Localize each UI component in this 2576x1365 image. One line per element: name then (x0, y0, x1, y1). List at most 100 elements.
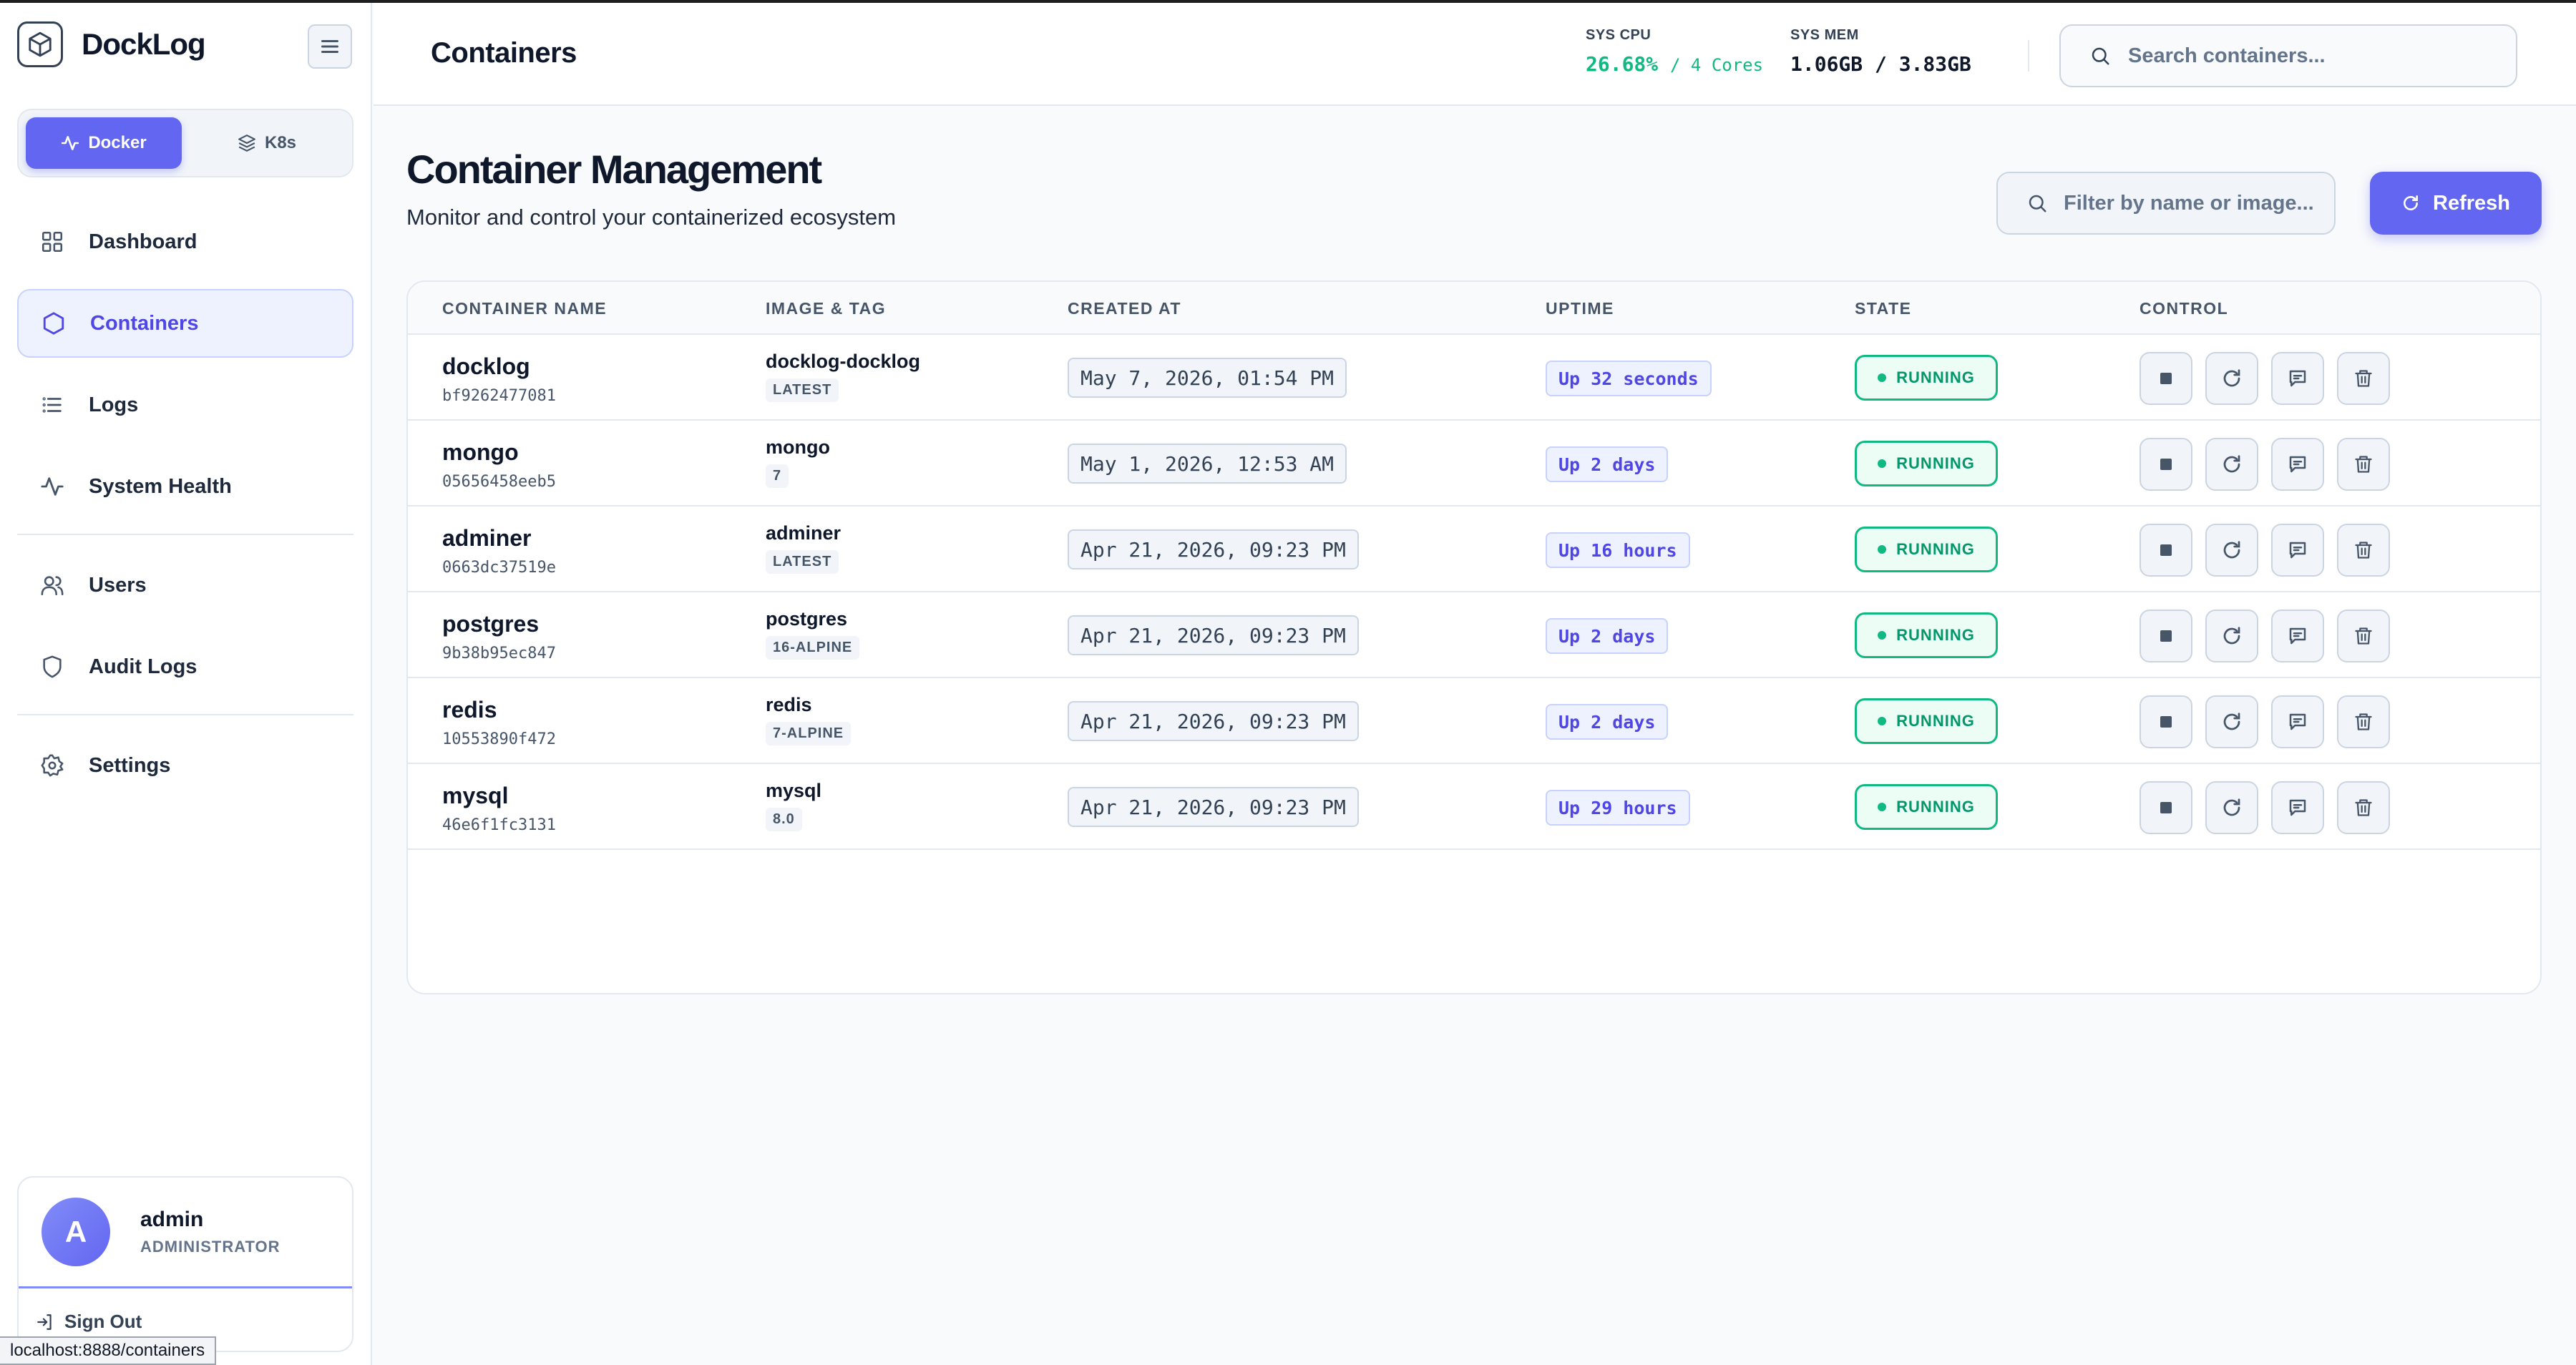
nav-item-system-health[interactable]: System Health (17, 452, 353, 521)
col-header-created[interactable]: CREATED AT (1068, 299, 1181, 318)
restart-icon (2223, 369, 2240, 387)
message-square-icon (2289, 542, 2306, 559)
restart-button[interactable] (2205, 438, 2258, 491)
app-name: DockLog (82, 27, 206, 61)
logs-button[interactable] (2271, 610, 2324, 662)
stop-button[interactable] (2140, 438, 2192, 491)
filter-input[interactable] (2064, 191, 2321, 215)
mode-k8s-button[interactable]: K8s (189, 117, 345, 169)
refresh-button[interactable]: Refresh (2370, 172, 2542, 235)
delete-button[interactable] (2337, 352, 2390, 405)
col-header-image[interactable]: IMAGE & TAG (766, 299, 886, 318)
container-name[interactable]: mysql (442, 783, 556, 809)
nav-item-settings[interactable]: Settings (17, 731, 353, 800)
delete-button[interactable] (2337, 524, 2390, 577)
delete-button[interactable] (2337, 438, 2390, 491)
delete-button[interactable] (2337, 610, 2390, 662)
runtime-switch: Docker K8s (17, 109, 353, 177)
uptime-badge: Up 2 days (1546, 704, 1669, 740)
image-name: adminer (766, 522, 841, 544)
stop-button[interactable] (2140, 781, 2192, 834)
nav-label: System Health (89, 474, 232, 498)
sidebar: DockLog Docker K8s Dashboard Containers … (0, 3, 372, 1365)
nav-divider (17, 714, 353, 715)
table-row[interactable]: redis 10553890f472 redis 7-ALPINE Apr 21… (408, 678, 2540, 764)
container-name[interactable]: redis (442, 697, 556, 723)
mode-k8s-label: K8s (264, 133, 297, 152)
logs-button[interactable] (2271, 352, 2324, 405)
restart-icon (2223, 627, 2240, 645)
restart-button[interactable] (2205, 781, 2258, 834)
topbar-divider (2028, 40, 2029, 72)
nav-label: Users (89, 573, 147, 597)
stop-button[interactable] (2140, 524, 2192, 577)
search-input[interactable] (2128, 44, 2486, 68)
container-name[interactable]: mongo (442, 439, 556, 466)
image-cell: postgres 16-ALPINE (766, 608, 860, 660)
image-tag: 7 (766, 464, 789, 488)
control-group (2140, 438, 2390, 491)
status-dot (1878, 803, 1887, 811)
container-name[interactable]: postgres (442, 611, 556, 637)
stop-button[interactable] (2140, 610, 2192, 662)
stop-button[interactable] (2140, 352, 2192, 405)
logs-button[interactable] (2271, 781, 2324, 834)
col-header-uptime[interactable]: UPTIME (1546, 299, 1614, 318)
status-badge: RUNNING (1855, 527, 1998, 572)
message-square-icon (2289, 627, 2306, 645)
table-row[interactable]: adminer 0663dc37519e adminer LATEST Apr … (408, 507, 2540, 592)
image-cell: mongo 7 (766, 436, 830, 488)
col-header-state[interactable]: STATE (1855, 299, 1911, 318)
user-role: ADMINISTRATOR (140, 1238, 280, 1256)
created-at: Apr 21, 2026, 09:23 PM (1068, 615, 1359, 655)
list-icon (39, 391, 66, 419)
uptime-badge: Up 32 seconds (1546, 361, 1712, 396)
menu-toggle-button[interactable] (308, 24, 352, 69)
trash-icon (2355, 456, 2372, 473)
sign-out-button[interactable]: Sign Out (36, 1311, 142, 1333)
stop-icon (2160, 716, 2172, 728)
col-header-control: CONTROL (2140, 299, 2229, 318)
logs-button[interactable] (2271, 438, 2324, 491)
container-name[interactable]: docklog (442, 353, 556, 380)
nav-item-dashboard[interactable]: Dashboard (17, 207, 353, 276)
avatar[interactable]: A (42, 1198, 110, 1266)
logs-button[interactable] (2271, 524, 2324, 577)
brand[interactable]: DockLog (17, 21, 206, 67)
col-header-name[interactable]: CONTAINER NAME (442, 299, 607, 318)
created-at: May 1, 2026, 12:53 AM (1068, 444, 1347, 484)
filter-box[interactable] (1996, 172, 2336, 235)
table-row[interactable]: postgres 9b38b95ec847 postgres 16-ALPINE… (408, 592, 2540, 678)
shield-icon (39, 653, 66, 680)
image-name: redis (766, 694, 812, 715)
uptime-badge: Up 29 hours (1546, 790, 1690, 826)
container-name[interactable]: adminer (442, 525, 556, 552)
restart-button[interactable] (2205, 695, 2258, 748)
cube-logo-icon (17, 21, 63, 67)
table-row[interactable]: docklog bf9262477081 docklog-docklog LAT… (408, 335, 2540, 421)
delete-button[interactable] (2337, 695, 2390, 748)
uptime-badge: Up 2 days (1546, 618, 1669, 654)
nav-label: Dashboard (89, 230, 197, 253)
message-square-icon (2289, 799, 2306, 816)
nav-item-users[interactable]: Users (17, 551, 353, 620)
trash-icon (2355, 713, 2372, 730)
restart-button[interactable] (2205, 610, 2258, 662)
mode-docker-button[interactable]: Docker (26, 117, 182, 169)
table-row[interactable]: mongo 05656458eeb5 mongo 7 May 1, 2026, … (408, 421, 2540, 507)
nav-item-audit-logs[interactable]: Audit Logs (17, 632, 353, 701)
image-tag: 7-ALPINE (766, 722, 852, 745)
nav-label: Settings (89, 753, 171, 777)
logs-button[interactable] (2271, 695, 2324, 748)
nav-item-logs[interactable]: Logs (17, 371, 353, 439)
table-row[interactable]: mysql 46e6f1fc3131 mysql 8.0 Apr 21, 202… (408, 764, 2540, 850)
restart-button[interactable] (2205, 524, 2258, 577)
search-icon (2092, 47, 2109, 65)
stop-button[interactable] (2140, 695, 2192, 748)
container-search[interactable] (2059, 24, 2517, 87)
image-name: docklog-docklog (766, 351, 920, 372)
delete-button[interactable] (2337, 781, 2390, 834)
mem-value: 1.06GB / 3.83GB (1790, 52, 1971, 76)
restart-button[interactable] (2205, 352, 2258, 405)
nav-item-containers[interactable]: Containers (17, 289, 353, 358)
